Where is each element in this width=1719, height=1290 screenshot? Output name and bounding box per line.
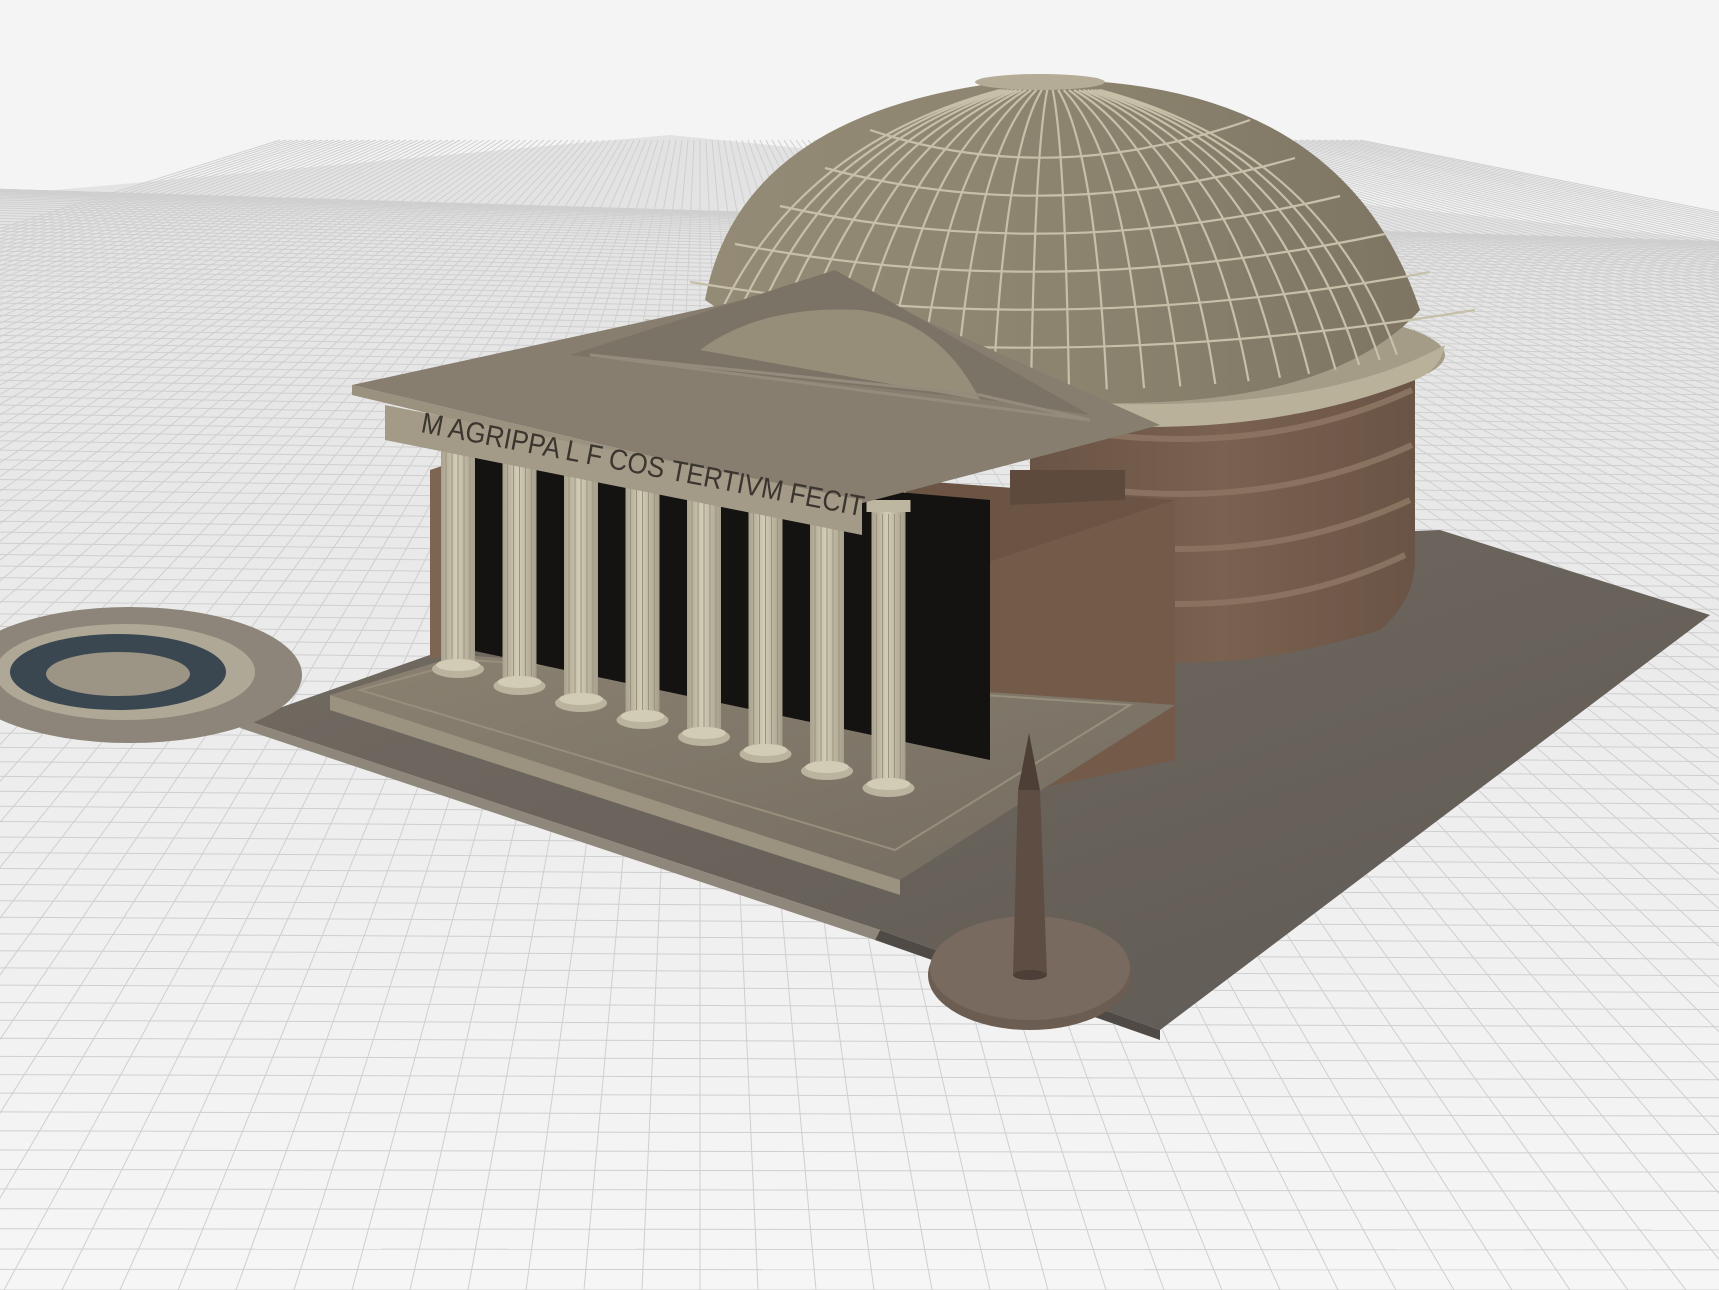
scene-canvas[interactable]: M AGRIPPA L F COS TERTIVM FECIT [0,0,1719,1290]
3d-viewport[interactable]: M AGRIPPA L F COS TERTIVM FECIT [0,0,1719,1290]
